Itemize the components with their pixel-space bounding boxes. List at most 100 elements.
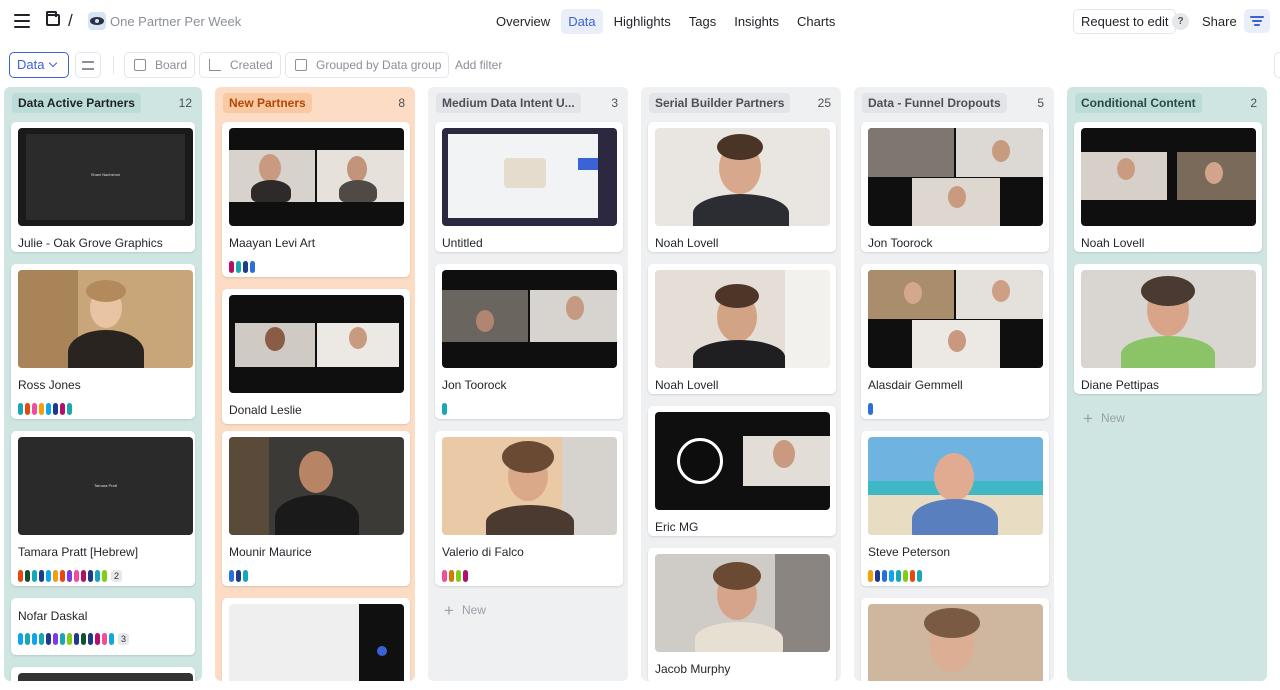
tag-chip[interactable] — [46, 403, 51, 415]
record-card[interactable]: Steve Peterson — [861, 431, 1049, 586]
tag-chip[interactable] — [95, 570, 100, 582]
record-card[interactable]: Noah Lovell — [648, 264, 836, 394]
record-card[interactable]: Nofar Daskal 3 — [11, 598, 195, 655]
tag-chip[interactable] — [456, 570, 461, 582]
tag-chip[interactable] — [39, 403, 44, 415]
record-card[interactable]: Noah Lovell — [648, 122, 836, 252]
tab-charts[interactable]: Charts — [790, 9, 842, 34]
created-sort-button[interactable]: Created — [199, 52, 281, 78]
folder-icon[interactable] — [46, 11, 60, 26]
tag-chip[interactable] — [243, 570, 248, 582]
column-header[interactable]: Serial Builder Partners 25 — [649, 93, 831, 113]
tag-chip[interactable] — [109, 633, 114, 645]
record-card[interactable]: Jon Toorock — [861, 122, 1049, 252]
tag-chip[interactable] — [60, 633, 65, 645]
tab-overview[interactable]: Overview — [489, 9, 557, 34]
tag-chip[interactable] — [25, 570, 30, 582]
tag-chip[interactable] — [229, 570, 234, 582]
tag-chip[interactable] — [32, 570, 37, 582]
tag-chip[interactable] — [250, 261, 255, 273]
record-card[interactable] — [11, 667, 195, 681]
record-card[interactable]: Maayan Levi Art — [222, 122, 410, 277]
tag-chip[interactable] — [67, 633, 72, 645]
record-card[interactable]: Donald Leslie — [222, 289, 410, 424]
project-title[interactable]: One Partner Per Week — [110, 14, 241, 29]
tag-chip[interactable] — [60, 570, 65, 582]
tag-chip[interactable] — [67, 403, 72, 415]
tag-chip[interactable] — [88, 570, 93, 582]
tag-chip[interactable] — [81, 633, 86, 645]
column-header[interactable]: Data - Funnel Dropouts 5 — [862, 93, 1044, 113]
request-to-edit-button[interactable]: Request to edit — [1073, 9, 1177, 34]
tag-chip[interactable] — [32, 633, 37, 645]
tag-chip[interactable] — [67, 570, 72, 582]
record-card[interactable]: Tamara Pratt Tamara Pratt [Hebrew] 2 — [11, 431, 195, 586]
column-header[interactable]: Data Active Partners 12 — [12, 93, 192, 113]
tag-chip[interactable] — [236, 570, 241, 582]
tag-chip[interactable] — [74, 633, 79, 645]
tag-chip[interactable] — [25, 633, 30, 645]
more-tags-badge[interactable]: 2 — [111, 570, 123, 582]
tag-chip[interactable] — [39, 570, 44, 582]
tag-chip[interactable] — [236, 261, 241, 273]
tag-chip[interactable] — [25, 403, 30, 415]
record-card[interactable]: Diane Pettipas — [1074, 264, 1262, 394]
add-filter-button[interactable]: Add filter — [455, 58, 502, 72]
tag-chip[interactable] — [442, 570, 447, 582]
column-header[interactable]: Conditional Content 2 — [1075, 93, 1257, 113]
tag-chip[interactable] — [868, 403, 873, 415]
tag-chip[interactable] — [102, 633, 107, 645]
view-settings-button[interactable] — [75, 52, 101, 78]
tag-chip[interactable] — [18, 403, 23, 415]
column-header[interactable]: Medium Data Intent U... 3 — [436, 93, 618, 113]
tag-chip[interactable] — [449, 570, 454, 582]
tag-chip[interactable] — [46, 570, 51, 582]
tag-chip[interactable] — [875, 570, 880, 582]
record-card[interactable]: Jon Toorock — [435, 264, 623, 419]
add-new-card-button[interactable]: New — [444, 601, 486, 621]
record-card[interactable]: Mounir Maurice — [222, 431, 410, 586]
tag-chip[interactable] — [53, 403, 58, 415]
record-card[interactable]: Ross Jones — [11, 264, 195, 419]
tag-chip[interactable] — [229, 261, 234, 273]
record-card[interactable]: Valerio di Falco — [435, 431, 623, 586]
tab-tags[interactable]: Tags — [682, 9, 723, 34]
tag-chip[interactable] — [81, 570, 86, 582]
tag-chip[interactable] — [53, 570, 58, 582]
board-button[interactable]: Board — [124, 52, 196, 78]
tag-chip[interactable] — [896, 570, 901, 582]
tag-chip[interactable] — [868, 570, 873, 582]
record-card[interactable] — [861, 598, 1049, 681]
tag-chip[interactable] — [102, 570, 107, 582]
tag-chip[interactable] — [889, 570, 894, 582]
record-card[interactable]: Alasdair Gemmell — [861, 264, 1049, 419]
tag-chip[interactable] — [18, 570, 23, 582]
record-card[interactable]: Eric MG — [648, 406, 836, 536]
tag-chip[interactable] — [32, 403, 37, 415]
tag-chip[interactable] — [60, 403, 65, 415]
record-card[interactable]: Jacob Murphy — [648, 548, 836, 681]
tag-chip[interactable] — [442, 403, 447, 415]
help-icon[interactable]: ? — [1172, 13, 1189, 30]
group-by-button[interactable]: Grouped by Data group — [285, 52, 450, 78]
column-header[interactable]: New Partners 8 — [223, 93, 405, 113]
tag-chip[interactable] — [18, 633, 23, 645]
tab-insights[interactable]: Insights — [727, 9, 786, 34]
record-card[interactable]: Shani Nachshon Julie - Oak Grove Graphic… — [11, 122, 195, 252]
tag-chip[interactable] — [463, 570, 468, 582]
tag-chip[interactable] — [903, 570, 908, 582]
tag-chip[interactable] — [88, 633, 93, 645]
share-button[interactable]: Share — [1202, 14, 1237, 29]
filter-icon[interactable] — [1244, 9, 1270, 33]
add-new-card-button[interactable]: New — [1083, 409, 1125, 429]
tag-chip[interactable] — [910, 570, 915, 582]
tag-chip[interactable] — [95, 633, 100, 645]
view-select[interactable]: Data — [9, 52, 69, 78]
toolbar-overflow-button[interactable] — [1274, 52, 1280, 78]
tag-chip[interactable] — [882, 570, 887, 582]
tab-highlights[interactable]: Highlights — [607, 9, 678, 34]
tag-chip[interactable] — [243, 261, 248, 273]
record-card[interactable] — [222, 598, 410, 681]
tag-chip[interactable] — [39, 633, 44, 645]
tab-data[interactable]: Data — [561, 9, 603, 34]
